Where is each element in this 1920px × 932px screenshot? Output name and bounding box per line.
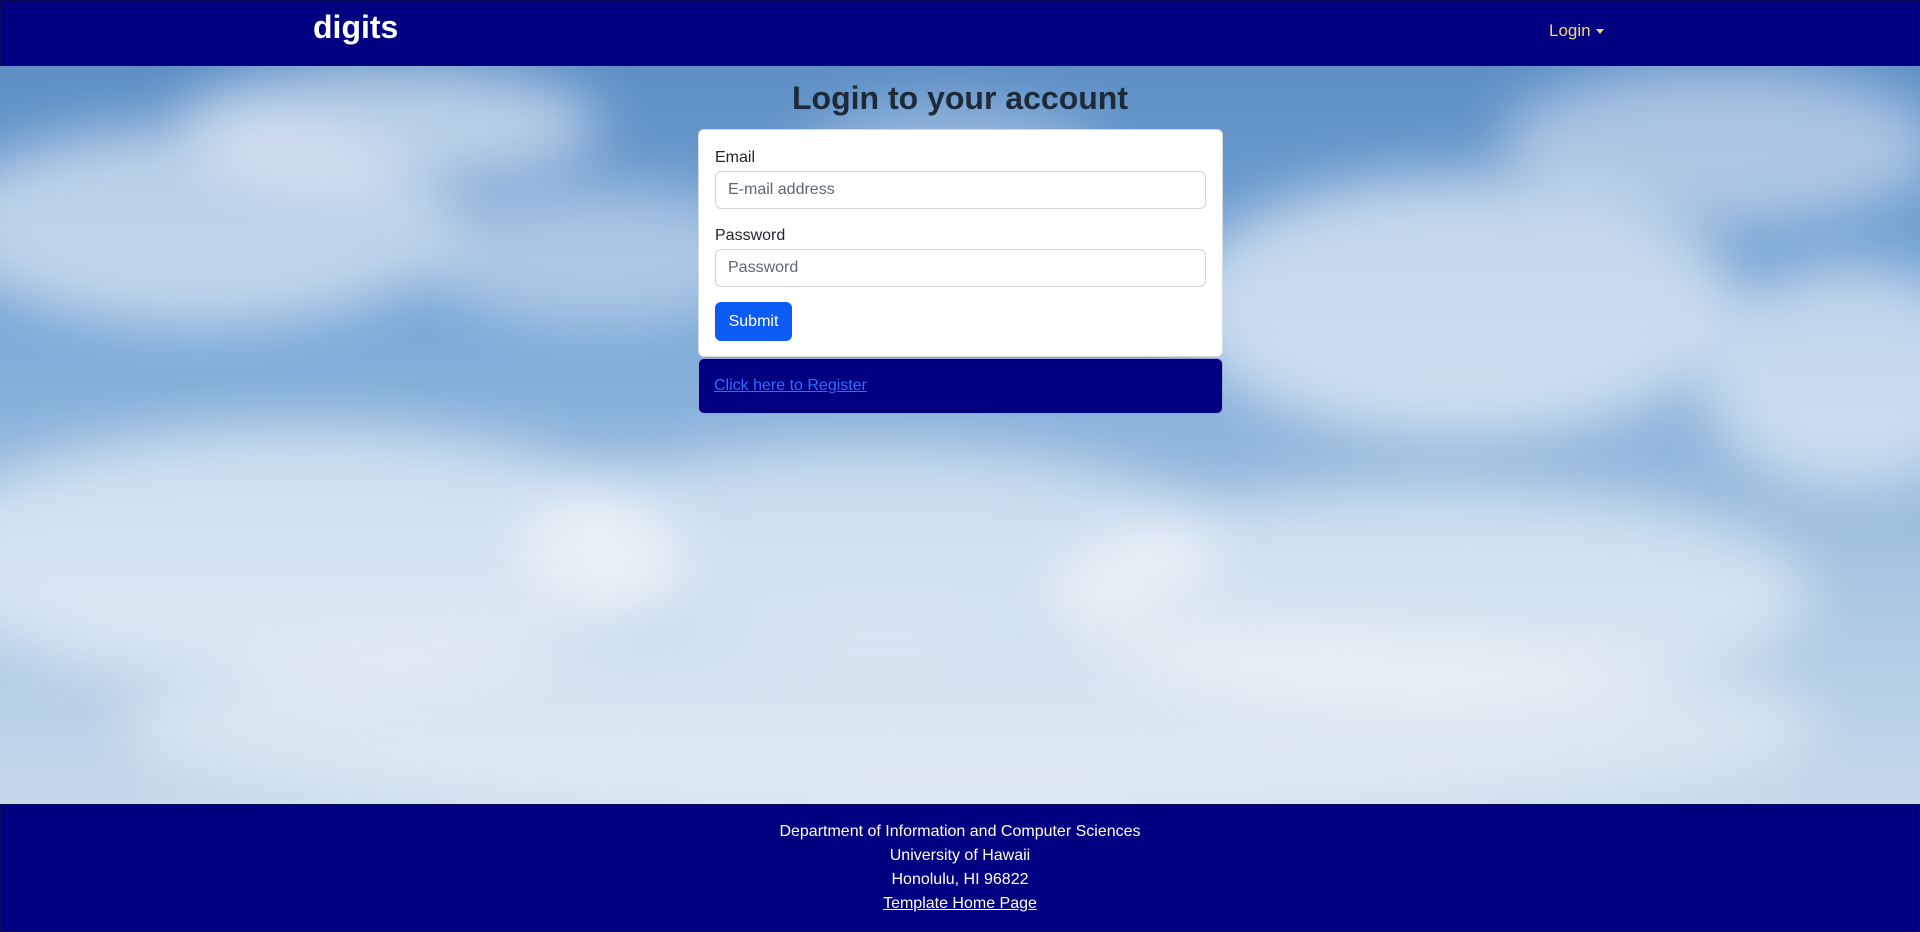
login-form-card: Email Password Submit [698, 129, 1223, 357]
footer-address: Honolulu, HI 96822 [891, 871, 1029, 888]
register-panel: Click here to Register [698, 358, 1223, 414]
login-dropdown[interactable]: Login [1549, 21, 1604, 41]
register-link[interactable]: Click here to Register [714, 377, 867, 395]
navbar: digits Login [0, 0, 1920, 66]
password-field[interactable] [715, 249, 1206, 287]
email-label: Email [715, 149, 756, 166]
email-field[interactable] [715, 171, 1206, 209]
submit-button[interactable]: Submit [715, 302, 792, 341]
template-home-link[interactable]: Template Home Page [883, 895, 1037, 912]
caret-down-icon [1595, 28, 1604, 34]
page-title: Login to your account [792, 80, 1128, 116]
footer-department: Department of Information and Computer S… [779, 823, 1141, 840]
login-dropdown-label: Login [1549, 21, 1591, 40]
brand-logo[interactable]: digits [313, 9, 398, 46]
footer: Department of Information and Computer S… [0, 804, 1920, 932]
footer-university: University of Hawaii [889, 847, 1031, 864]
password-label: Password [715, 227, 786, 244]
